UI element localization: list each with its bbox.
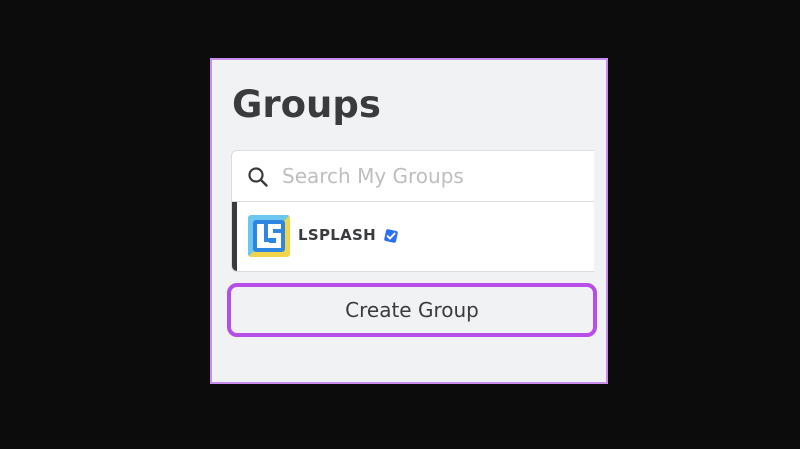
groups-panel: Groups LSPLASH (210, 58, 608, 384)
group-list-item[interactable]: LSPLASH (232, 202, 594, 271)
search-input[interactable] (282, 159, 582, 193)
search-icon[interactable] (246, 165, 270, 189)
lsplash-logo (248, 215, 290, 257)
groups-list-card: LSPLASH (231, 150, 594, 272)
search-bar (232, 151, 594, 202)
selected-indicator (232, 202, 237, 271)
verified-badge-icon (384, 229, 398, 243)
page-title: Groups (232, 83, 381, 126)
group-name: LSPLASH (298, 226, 376, 244)
create-group-button[interactable]: Create Group (227, 283, 597, 337)
